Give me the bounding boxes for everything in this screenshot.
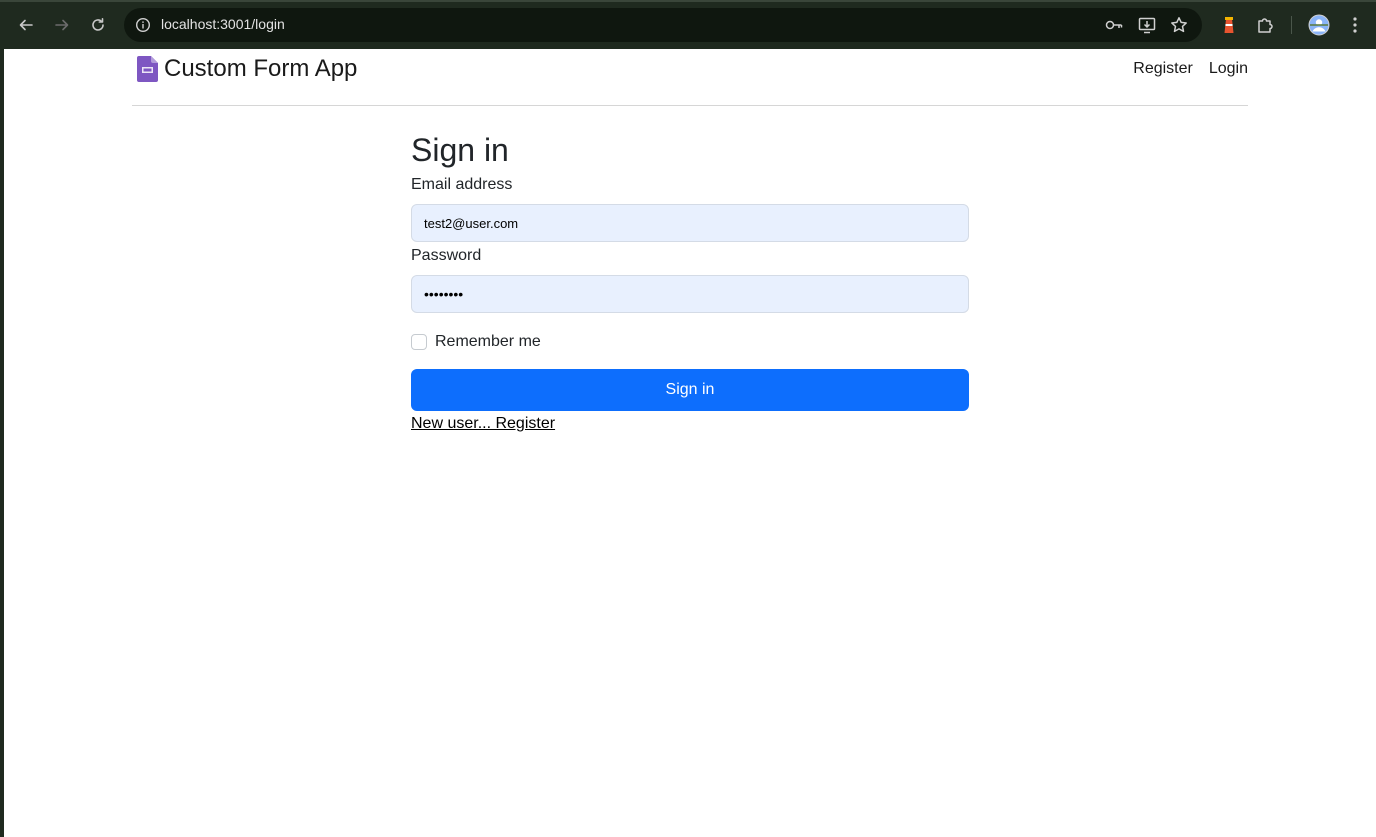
password-field[interactable] <box>411 275 969 313</box>
password-label: Password <box>411 247 482 264</box>
reload-button[interactable] <box>86 13 110 37</box>
extensions-menu-button[interactable] <box>1253 13 1277 37</box>
brand-name: Custom Form App <box>164 55 358 82</box>
extension-puzzle-icon <box>1258 18 1273 33</box>
navbar: Custom Form App Register Login <box>132 49 1248 106</box>
site-info-button[interactable] <box>132 14 154 36</box>
install-app-button[interactable] <box>1137 15 1157 35</box>
address-bar[interactable]: localhost:3001/login <box>124 8 1202 42</box>
sign-in-button[interactable]: Sign in <box>411 369 969 411</box>
forward-button[interactable] <box>50 13 74 37</box>
bookmark-button[interactable] <box>1169 15 1189 35</box>
nav-register-link[interactable]: Register <box>1133 60 1193 78</box>
more-vert-icon <box>1353 17 1357 33</box>
nav-login-link[interactable]: Login <box>1209 60 1248 78</box>
site-info-icon <box>135 17 151 33</box>
url-text[interactable]: localhost:3001/login <box>161 16 285 32</box>
extension-lighthouse-icon <box>1224 17 1234 33</box>
nav-links: Register Login <box>1133 60 1248 78</box>
back-arrow-icon <box>19 19 33 31</box>
toolbar-separator <box>1291 16 1292 34</box>
remember-me-row: Remember me <box>411 333 969 351</box>
extension-button[interactable] <box>1217 13 1241 37</box>
remember-me-label[interactable]: Remember me <box>435 333 541 351</box>
key-icon <box>1105 20 1123 30</box>
password-manager-button[interactable] <box>1104 15 1124 35</box>
window-edge <box>0 49 4 837</box>
brand-link[interactable]: Custom Form App <box>137 55 357 83</box>
remember-me-checkbox[interactable] <box>411 334 427 350</box>
register-link[interactable]: New user... Register <box>411 415 555 433</box>
reload-icon <box>92 18 104 31</box>
profile-avatar-icon <box>1308 14 1330 36</box>
star-icon <box>1171 17 1187 33</box>
login-form: Sign in Email address Password Remember … <box>411 128 969 433</box>
page-title: Sign in <box>411 132 509 168</box>
email-label: Email address <box>411 176 513 193</box>
install-app-icon <box>1138 17 1156 34</box>
email-field[interactable] <box>411 204 969 242</box>
forward-arrow-icon <box>55 19 69 31</box>
tab-strip-edge <box>0 0 1376 2</box>
chrome-menu-button[interactable] <box>1343 13 1367 37</box>
back-button[interactable] <box>14 13 38 37</box>
profile-button[interactable] <box>1307 13 1331 37</box>
browser-toolbar: localhost:3001/login <box>0 0 1376 49</box>
forms-icon <box>137 56 158 82</box>
